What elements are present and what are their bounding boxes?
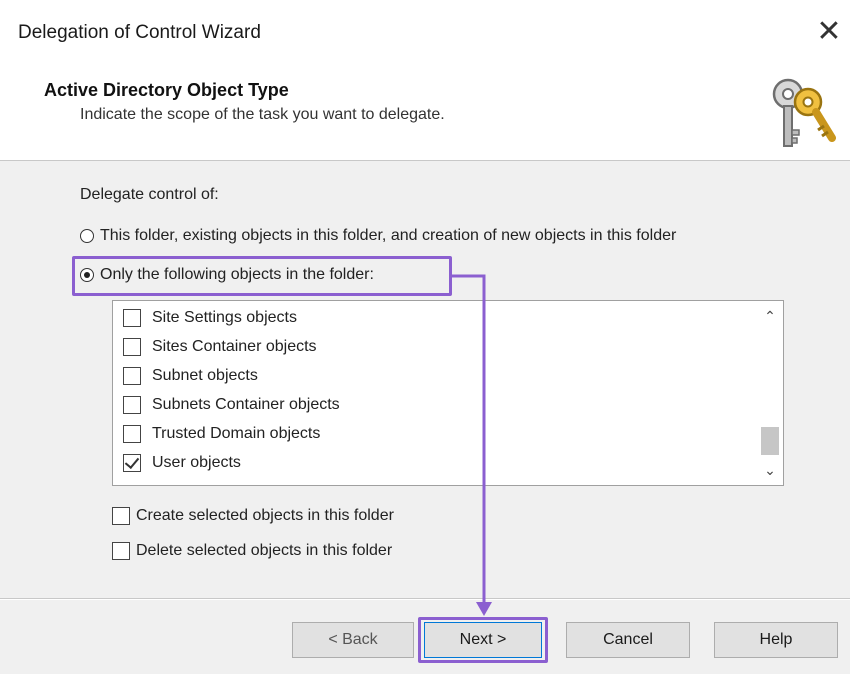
list-item[interactable]: Site Settings objects xyxy=(123,307,297,329)
list-item[interactable]: Subnet objects xyxy=(123,365,258,387)
back-button[interactable]: < Back xyxy=(292,622,414,658)
delete-objects-label: Delete selected objects in this folder xyxy=(136,542,393,559)
create-objects-label: Create selected objects in this folder xyxy=(136,507,394,524)
footer-divider xyxy=(0,598,850,600)
list-item-checkbox[interactable] xyxy=(123,454,141,472)
page-title: Active Directory Object Type xyxy=(44,80,289,100)
help-button[interactable]: Help xyxy=(714,622,838,658)
list-item-checkbox[interactable] xyxy=(123,425,141,443)
list-item-label: Subnets Container objects xyxy=(152,396,340,413)
delegate-control-label: Delegate control of: xyxy=(80,186,219,203)
list-item-label: Sites Container objects xyxy=(152,338,317,355)
delete-objects-checkbox[interactable] xyxy=(112,542,130,560)
scroll-down-icon[interactable]: ⌄ xyxy=(757,459,783,481)
list-item-checkbox[interactable] xyxy=(123,338,141,356)
radio-highlight-annotation xyxy=(72,256,452,296)
radio-this-folder-label: This folder, existing objects in this fo… xyxy=(100,227,677,244)
list-item-label: Trusted Domain objects xyxy=(152,425,321,442)
list-item[interactable]: Subnets Container objects xyxy=(123,394,340,416)
keys-icon xyxy=(772,78,836,147)
wizard-dialog: Delegation of Control Wizard ✕ Active Di… xyxy=(0,0,850,674)
radio-button-this-folder[interactable] xyxy=(80,229,94,243)
create-objects-option[interactable]: Create selected objects in this folder xyxy=(112,507,394,525)
next-highlight-annotation xyxy=(418,617,548,663)
title-bar: Delegation of Control Wizard ✕ xyxy=(0,0,850,66)
list-item-label: User objects xyxy=(152,454,241,471)
list-item-checkbox[interactable] xyxy=(123,309,141,327)
create-objects-checkbox[interactable] xyxy=(112,507,130,525)
list-item[interactable]: Sites Container objects xyxy=(123,336,317,358)
delete-objects-option[interactable]: Delete selected objects in this folder xyxy=(112,542,392,560)
list-item-checkbox[interactable] xyxy=(123,367,141,385)
list-item-checkbox[interactable] xyxy=(123,396,141,414)
scroll-up-icon[interactable]: ⌃ xyxy=(757,305,783,327)
list-item-label: Subnet objects xyxy=(152,367,258,384)
radio-this-folder[interactable]: This folder, existing objects in this fo… xyxy=(80,227,676,245)
object-type-listbox[interactable]: Site Settings objects Sites Container ob… xyxy=(112,300,784,486)
list-item[interactable]: Trusted Domain objects xyxy=(123,423,320,445)
window-title: Delegation of Control Wizard xyxy=(18,22,261,43)
scroll-thumb[interactable] xyxy=(761,427,779,455)
close-icon[interactable]: ✕ xyxy=(814,14,844,50)
cancel-button[interactable]: Cancel xyxy=(566,622,690,658)
list-item[interactable]: User objects xyxy=(123,452,241,474)
list-item-label: Site Settings objects xyxy=(152,309,297,326)
listbox-scrollbar[interactable]: ⌃ ⌄ xyxy=(757,301,783,485)
wizard-header: Active Directory Object Type Indicate th… xyxy=(0,66,850,161)
page-subtitle: Indicate the scope of the task you want … xyxy=(80,106,445,123)
